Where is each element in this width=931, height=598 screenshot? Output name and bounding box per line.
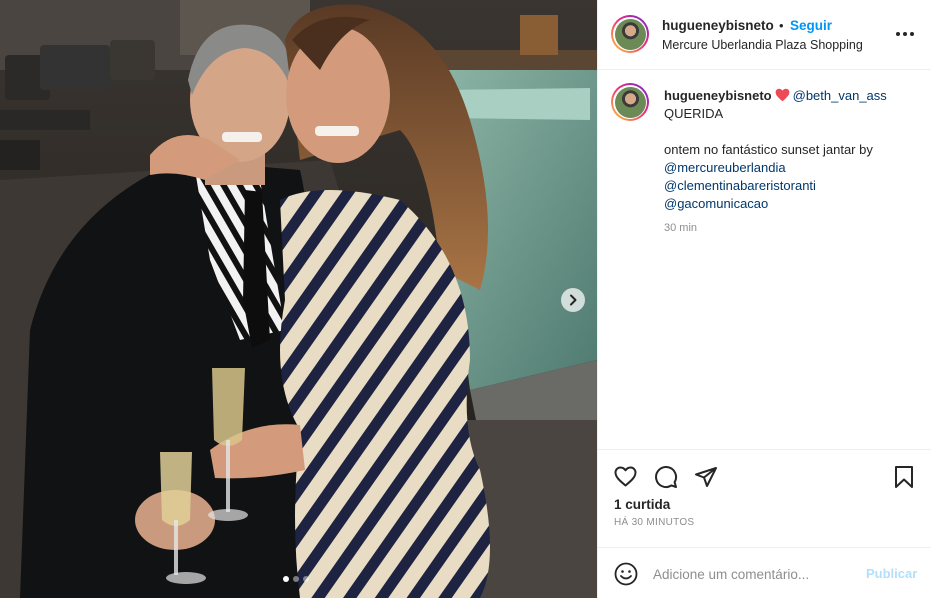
caption-text: hugueneybisneto @beth_van_ass QUERIDA ont…: [664, 87, 920, 213]
post-details-panel: hugueneybisneto • Seguir Mercure Uberlan…: [597, 0, 931, 598]
separator-dot: •: [779, 18, 784, 33]
post-image[interactable]: [0, 0, 597, 598]
mention-link[interactable]: @mercureuberlandia: [664, 159, 920, 177]
post-photo: [0, 0, 597, 598]
likes-count[interactable]: 1 curtida: [614, 497, 670, 512]
post-timestamp: HÁ 30 MINUTOS: [614, 517, 695, 528]
action-bar: 1 curtida HÁ 30 MINUTOS: [598, 449, 931, 547]
comment-input[interactable]: [653, 563, 858, 585]
avatar[interactable]: [611, 15, 649, 53]
caption-username[interactable]: hugueneybisneto: [664, 88, 772, 103]
paper-plane-icon[interactable]: [694, 465, 718, 489]
comment-bubble-icon[interactable]: [654, 465, 678, 489]
caption-avatar[interactable]: [611, 83, 649, 121]
caption-line: QUERIDA: [664, 106, 724, 121]
next-slide-button[interactable]: [561, 288, 585, 312]
red-heart-emoji-icon: [775, 88, 789, 102]
post-header: hugueneybisneto • Seguir Mercure Uberlan…: [598, 0, 931, 70]
heart-outline-icon[interactable]: [613, 465, 638, 489]
mention-link[interactable]: @gacomunicacao: [664, 195, 920, 213]
username-link[interactable]: hugueneybisneto: [662, 18, 774, 33]
carousel-dot: [293, 576, 299, 582]
profile-picture: [614, 18, 646, 50]
follow-button[interactable]: Seguir: [790, 18, 832, 33]
caption-timestamp: 30 min: [664, 222, 698, 234]
mention-link[interactable]: @clementinabareristoranti: [664, 177, 920, 195]
profile-picture: [614, 86, 646, 118]
chevron-right-icon: [570, 294, 577, 306]
carousel-indicator: [283, 576, 309, 582]
carousel-dot: [283, 576, 289, 582]
comment-form: Publicar: [598, 547, 931, 598]
caption: hugueneybisneto @beth_van_ass QUERIDA ont…: [598, 70, 931, 450]
carousel-dot: [303, 576, 309, 582]
tagged-user-link[interactable]: @beth_van_ass: [793, 88, 887, 103]
publish-button[interactable]: Publicar: [866, 566, 917, 581]
smiley-icon[interactable]: [614, 562, 638, 586]
location-link[interactable]: Mercure Uberlandia Plaza Shopping: [662, 38, 863, 52]
caption-line: ontem no fantástico sunset jantar by: [664, 142, 873, 157]
bookmark-icon[interactable]: [893, 465, 915, 489]
more-options-icon[interactable]: [894, 24, 916, 44]
